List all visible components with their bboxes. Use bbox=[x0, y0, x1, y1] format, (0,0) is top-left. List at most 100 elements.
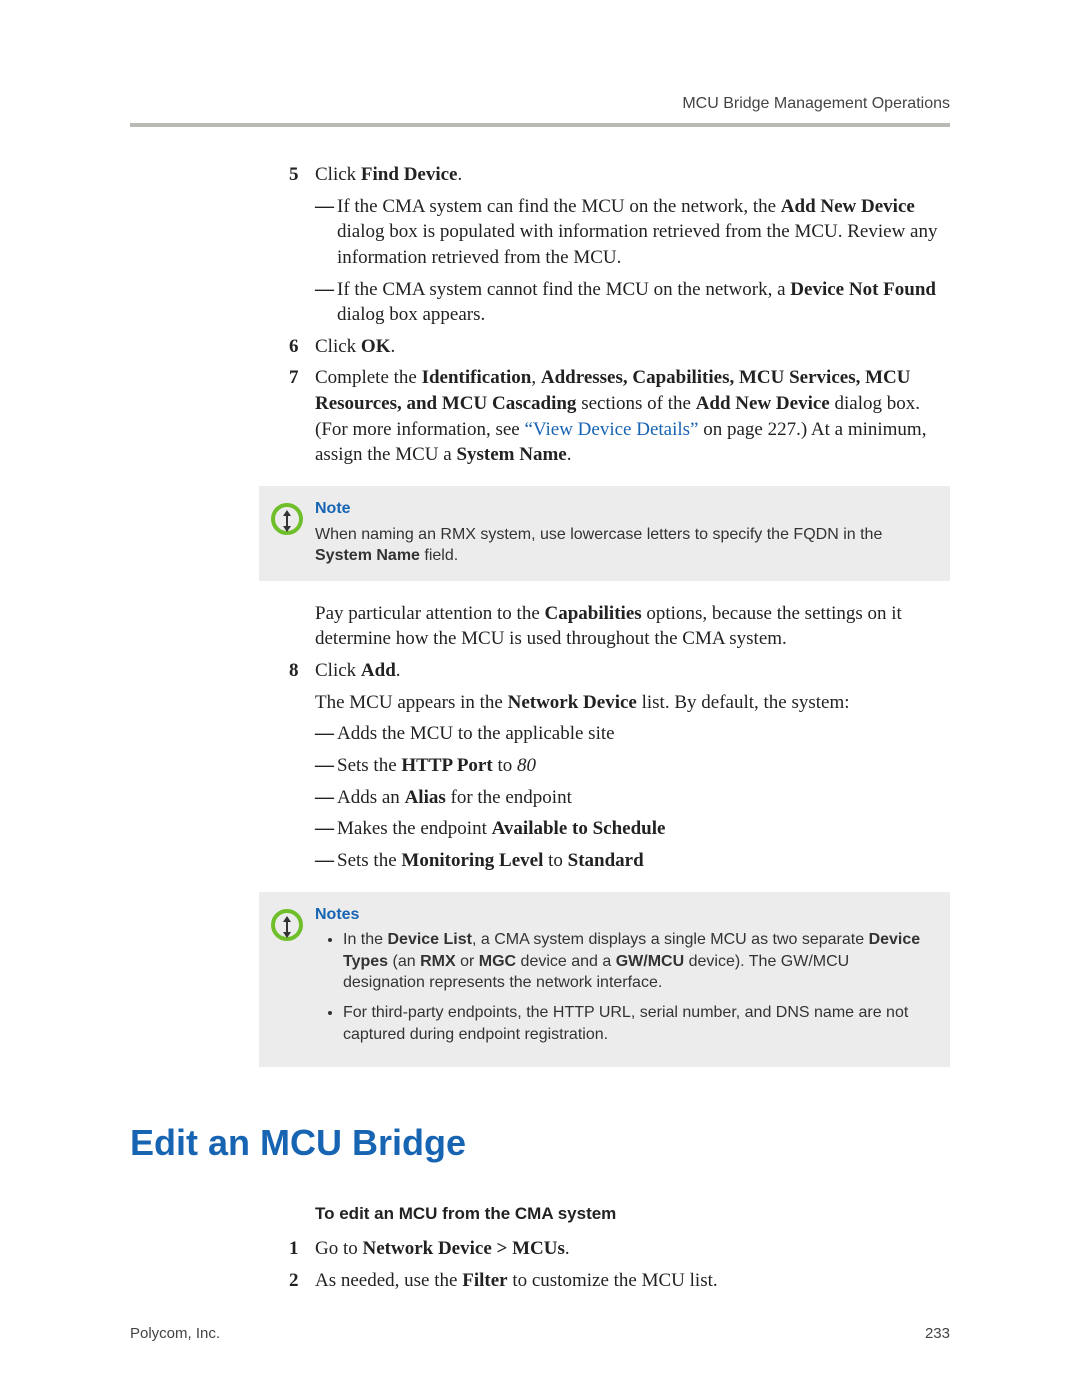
step-5: 5Click Find Device. bbox=[315, 162, 950, 188]
text: Sets the bbox=[337, 755, 401, 776]
header-rule bbox=[130, 123, 950, 127]
dash-icon: — bbox=[315, 277, 337, 303]
step-8-sub-2: —Sets the HTTP Port to 80 bbox=[337, 753, 950, 779]
dash-icon: — bbox=[315, 721, 337, 747]
text: If the CMA system cannot find the MCU on… bbox=[337, 279, 790, 300]
text: Pay particular attention to the bbox=[315, 603, 545, 624]
text: Click bbox=[315, 336, 361, 357]
step-5-sub-1: —If the CMA system can find the MCU on t… bbox=[337, 194, 950, 271]
text: sections of the bbox=[576, 393, 695, 414]
text-bold: Network Device > MCUs bbox=[363, 1238, 565, 1259]
note-icon bbox=[259, 498, 315, 536]
text-bold: Available to Schedule bbox=[492, 818, 666, 839]
text: dialog box is populated with information… bbox=[337, 221, 938, 268]
text-bold: Add New Device bbox=[781, 196, 915, 217]
text-bold: HTTP Port bbox=[401, 755, 492, 776]
step-8-sub-3: —Adds an Alias for the endpoint bbox=[337, 785, 950, 811]
text: . bbox=[567, 444, 572, 465]
step-5-sub-2: —If the CMA system cannot find the MCU o… bbox=[337, 277, 950, 328]
text: . bbox=[396, 660, 401, 681]
step-number: 8 bbox=[289, 658, 315, 684]
text-bold: Capabilities bbox=[545, 603, 642, 624]
text-bold: Filter bbox=[462, 1270, 507, 1291]
step-8-sub-1: —Adds the MCU to the applicable site bbox=[337, 721, 950, 747]
step-8-sub-4: —Makes the endpoint Available to Schedul… bbox=[337, 816, 950, 842]
step-8-sub-5: —Sets the Monitoring Level to Standard bbox=[337, 848, 950, 874]
footer: Polycom, Inc. 233 bbox=[130, 1325, 950, 1342]
text: , bbox=[531, 367, 541, 388]
page-number: 233 bbox=[925, 1325, 950, 1342]
step-8-intro: The MCU appears in the Network Device li… bbox=[315, 690, 950, 716]
text: . bbox=[565, 1238, 570, 1259]
text: (an bbox=[388, 953, 420, 970]
cross-reference-link[interactable]: “View Device Details” bbox=[524, 419, 698, 440]
notes-title: Notes bbox=[315, 904, 932, 926]
text: to bbox=[493, 755, 517, 776]
text: Go to bbox=[315, 1238, 363, 1259]
text-bold: Device List bbox=[387, 931, 471, 948]
text: In the bbox=[343, 931, 387, 948]
notes-item-1: In the Device List, a CMA system display… bbox=[343, 929, 932, 994]
text: As needed, use the bbox=[315, 1270, 462, 1291]
dash-icon: — bbox=[315, 816, 337, 842]
text: or bbox=[456, 953, 479, 970]
step-number: 5 bbox=[289, 162, 315, 188]
dash-icon: — bbox=[315, 753, 337, 779]
text-bold: Standard bbox=[568, 850, 644, 871]
edit-step-1: 1Go to Network Device > MCUs. bbox=[315, 1236, 950, 1262]
step-8: 8Click Add. bbox=[315, 658, 950, 684]
running-header: MCU Bridge Management Operations bbox=[130, 95, 950, 113]
procedure-title: To edit an MCU from the CMA system bbox=[315, 1204, 950, 1224]
dash-icon: — bbox=[315, 194, 337, 220]
text-bold: Alias bbox=[405, 787, 446, 808]
text-bold: OK bbox=[361, 336, 391, 357]
text-bold: Network Device bbox=[508, 692, 637, 713]
page: MCU Bridge Management Operations 5Click … bbox=[0, 0, 1080, 1397]
step-7: 7Complete the Identification, Addresses,… bbox=[315, 365, 950, 468]
step-number: 2 bbox=[289, 1268, 315, 1294]
text: Makes the endpoint bbox=[337, 818, 492, 839]
note-body: Note When naming an RMX system, use lowe… bbox=[315, 498, 932, 567]
step-6: 6Click OK. bbox=[315, 334, 950, 360]
text-bold: Monitoring Level bbox=[401, 850, 543, 871]
text-italic: 80 bbox=[517, 755, 536, 776]
body-content: 5Click Find Device. —If the CMA system c… bbox=[315, 162, 950, 1293]
note-title: Note bbox=[315, 498, 932, 520]
text: Click bbox=[315, 164, 361, 185]
step-number: 1 bbox=[289, 1236, 315, 1262]
footer-company: Polycom, Inc. bbox=[130, 1325, 220, 1342]
text-bold: Identification bbox=[422, 367, 532, 388]
step-number: 7 bbox=[289, 365, 315, 391]
text-bold: GW/MCU bbox=[616, 953, 684, 970]
notes-list: In the Device List, a CMA system display… bbox=[315, 929, 932, 1045]
text: Adds an bbox=[337, 787, 405, 808]
text-bold: System Name bbox=[456, 444, 566, 465]
step-number: 6 bbox=[289, 334, 315, 360]
text: . bbox=[390, 336, 395, 357]
text-bold: Add bbox=[361, 660, 396, 681]
text: Adds the MCU to the applicable site bbox=[337, 723, 615, 744]
note-block: Note When naming an RMX system, use lowe… bbox=[259, 486, 950, 581]
paragraph-capabilities: Pay particular attention to the Capabili… bbox=[315, 601, 950, 652]
text-bold: MGC bbox=[479, 953, 516, 970]
text: field. bbox=[420, 547, 458, 564]
text: , a CMA system displays a single MCU as … bbox=[472, 931, 869, 948]
text-bold: Find Device bbox=[361, 164, 458, 185]
text: Click bbox=[315, 660, 361, 681]
notes-item-2: For third-party endpoints, the HTTP URL,… bbox=[343, 1002, 932, 1045]
edit-step-2: 2As needed, use the Filter to customize … bbox=[315, 1268, 950, 1294]
text: If the CMA system can find the MCU on th… bbox=[337, 196, 781, 217]
text: When naming an RMX system, use lowercase… bbox=[315, 526, 882, 543]
text: Complete the bbox=[315, 367, 422, 388]
dash-icon: — bbox=[315, 785, 337, 811]
text: . bbox=[458, 164, 463, 185]
text-bold: RMX bbox=[420, 953, 456, 970]
text: device and a bbox=[516, 953, 616, 970]
text: to customize the MCU list. bbox=[508, 1270, 718, 1291]
text-bold: Device Not Found bbox=[790, 279, 936, 300]
note-icon bbox=[259, 904, 315, 942]
section-heading: Edit an MCU Bridge bbox=[130, 1122, 950, 1164]
text-bold: System Name bbox=[315, 547, 420, 564]
dash-icon: — bbox=[315, 848, 337, 874]
text: Sets the bbox=[337, 850, 401, 871]
